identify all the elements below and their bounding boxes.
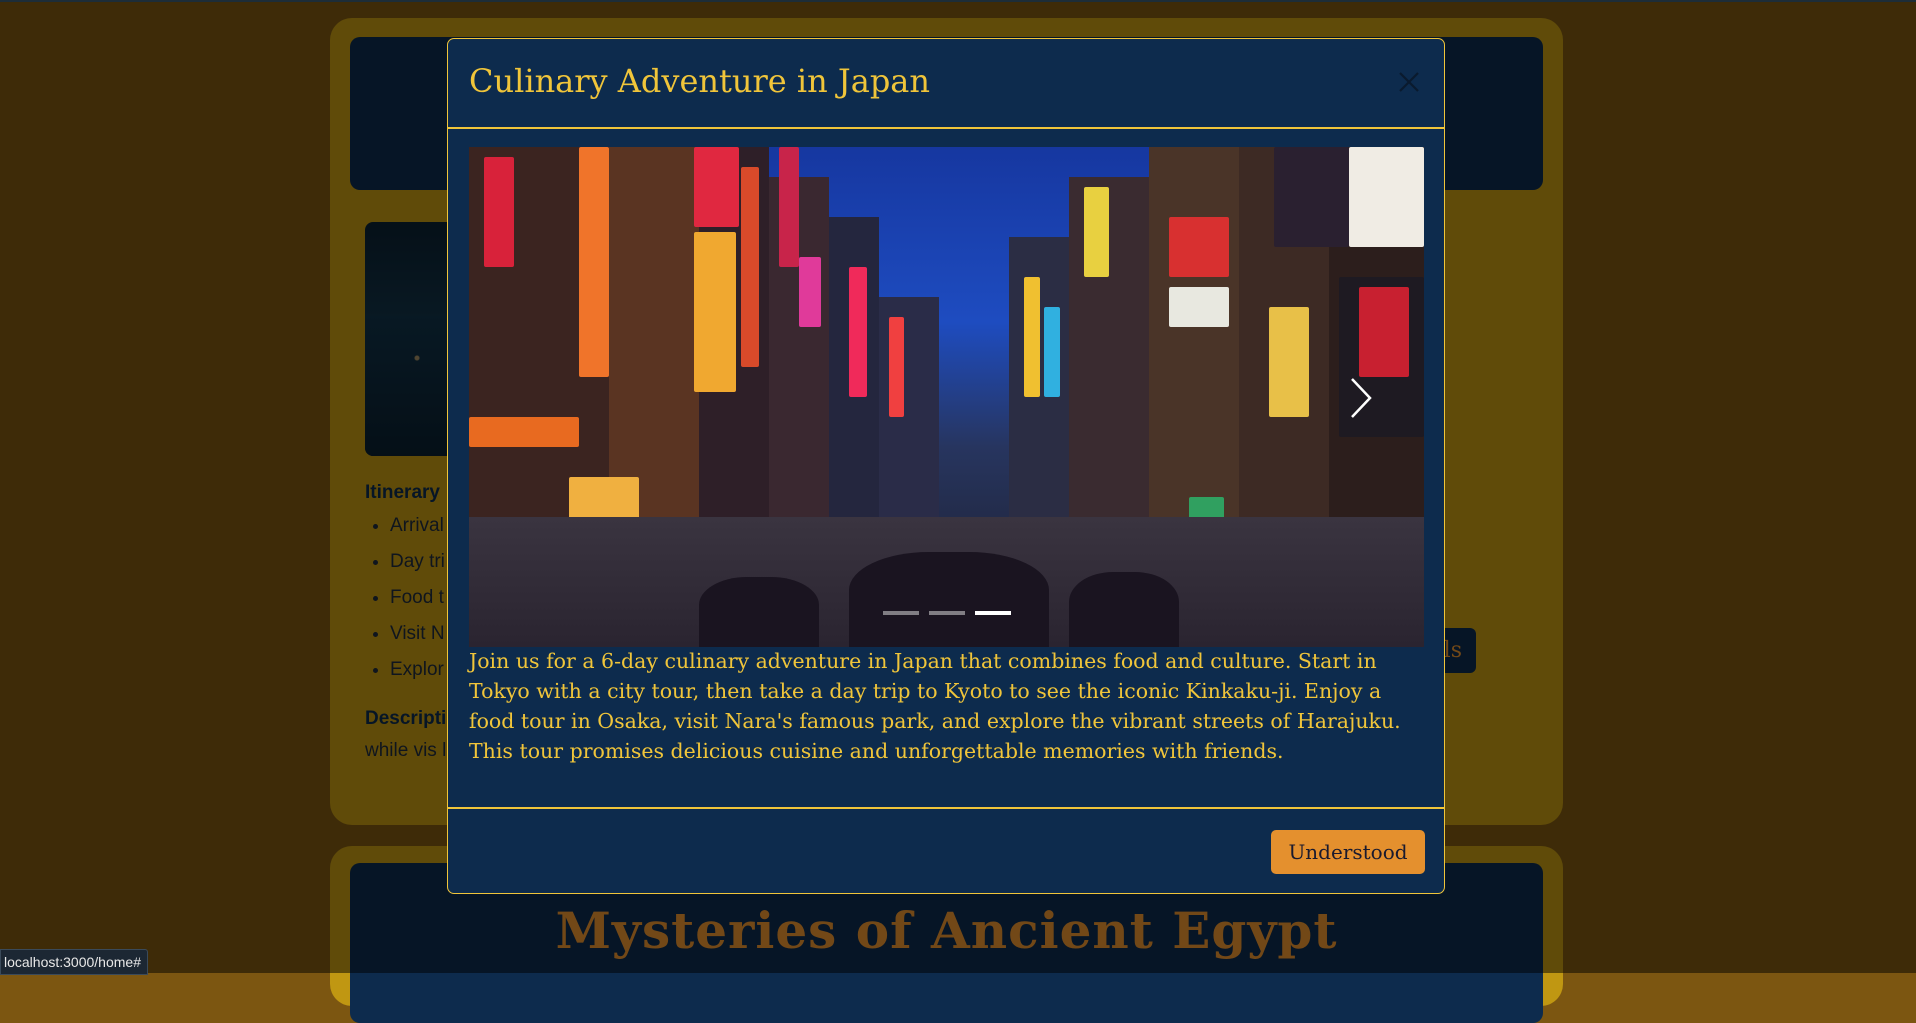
neon-sign <box>469 417 579 447</box>
chevron-right-icon <box>1346 378 1376 426</box>
close-icon <box>1392 65 1426 99</box>
crowd-graphic <box>1069 572 1179 647</box>
neon-sign <box>694 232 736 392</box>
neon-sign <box>1084 187 1109 277</box>
neon-sign <box>1274 147 1349 247</box>
carousel-next-button[interactable] <box>1346 373 1376 423</box>
neon-sign <box>779 147 799 267</box>
neon-sign <box>849 267 867 397</box>
neon-sign <box>579 147 609 377</box>
neon-sign <box>889 317 904 417</box>
neon-sign <box>1349 147 1424 247</box>
carousel-indicators <box>469 611 1424 615</box>
neon-sign <box>799 257 821 327</box>
neon-sign <box>1169 217 1229 277</box>
neon-sign <box>1269 307 1309 417</box>
modal-header: Culinary Adventure in Japan <box>448 39 1444 129</box>
neon-sign <box>484 157 514 267</box>
status-bar-url: localhost:3000/home# <box>0 949 148 975</box>
tour-modal: Culinary Adventure in Japan Join us for … <box>447 38 1445 894</box>
image-carousel[interactable] <box>469 147 1424 647</box>
close-button[interactable] <box>1392 65 1426 99</box>
carousel-indicator[interactable] <box>882 611 919 615</box>
crowd-graphic <box>849 552 1049 647</box>
carousel-indicator-active[interactable] <box>974 611 1011 615</box>
carousel-indicator[interactable] <box>928 611 965 615</box>
understood-button[interactable]: Understood <box>1271 830 1425 874</box>
neon-sign <box>694 147 739 227</box>
neon-sign <box>1024 277 1040 397</box>
modal-title: Culinary Adventure in Japan <box>469 62 930 100</box>
neon-sign <box>1044 307 1060 397</box>
modal-footer: Understood <box>448 807 1444 893</box>
neon-sign <box>1169 287 1229 327</box>
neon-sign <box>741 167 759 367</box>
neon-sign <box>1359 287 1409 377</box>
modal-body-text: Join us for a 6-day culinary adventure i… <box>469 649 1401 763</box>
